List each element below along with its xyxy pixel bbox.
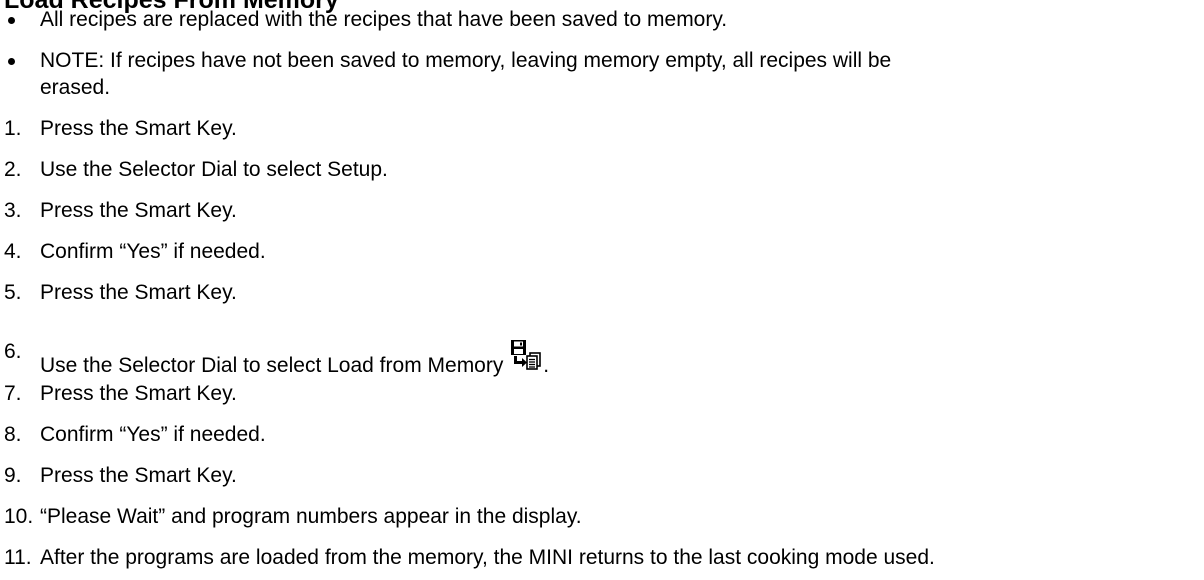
step-text: Press the Smart Key. [40,464,237,487]
bullet-marker [8,17,15,24]
bullet-text: NOTE: If recipes have not been saved to … [40,49,892,72]
step-text: Press the Smart Key. [40,199,237,222]
step-number: 7. [4,382,22,405]
step-number: 9. [4,464,22,487]
step-number: 6. [4,340,22,363]
step-number: 3. [4,199,22,222]
step-number: 1. [4,117,22,140]
step-text: “Please Wait” and program numbers appear… [40,505,582,528]
bullet-marker [8,58,15,65]
step-number: 8. [4,423,22,446]
load-from-memory-icon [511,340,543,374]
step-number: 4. [4,240,22,263]
bullet-text: erased. [40,76,111,99]
step-text: After the programs are loaded from the m… [40,546,935,569]
step-number: 5. [4,281,22,304]
step-text-suffix: . [543,354,550,377]
step-text: Press the Smart Key. [40,382,237,405]
step-text-with-icon: Use the Selector Dial to select Load fro… [40,340,549,378]
step-text: Press the Smart Key. [40,281,237,304]
step-text: Use the Selector Dial to select Setup. [40,158,388,181]
step-text: Confirm “Yes” if needed. [40,240,266,263]
step-number: 10. [4,505,34,528]
step-number: 2. [4,158,22,181]
step-text: Use the Selector Dial to select Load fro… [40,354,504,377]
step-text: Press the Smart Key. [40,117,237,140]
bullet-text: All recipes are replaced with the recipe… [40,8,728,31]
step-number: 11. [4,546,32,569]
step-text: Confirm “Yes” if needed. [40,423,266,446]
